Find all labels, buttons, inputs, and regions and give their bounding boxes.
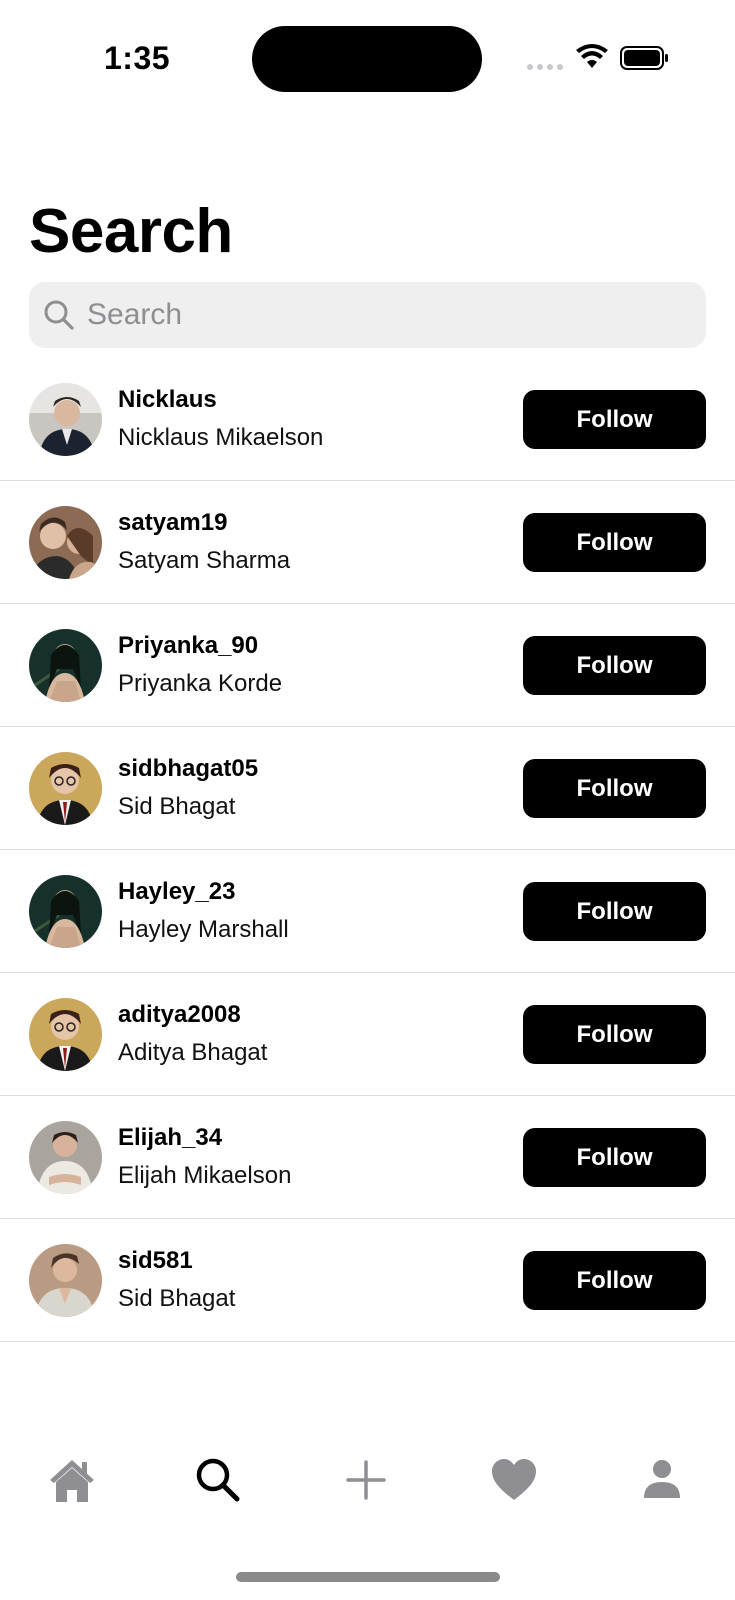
battery-icon (620, 46, 668, 70)
tab-create[interactable] (331, 1445, 401, 1515)
heart-icon (492, 1459, 536, 1500)
avatar[interactable] (29, 1121, 102, 1194)
user-row[interactable]: sid581 Sid Bhagat Follow (0, 1219, 735, 1342)
user-row[interactable]: sidbhagat05 Sid Bhagat Follow (0, 727, 735, 850)
full-name: Elijah Mikaelson (118, 1162, 292, 1189)
user-row[interactable]: Elijah_34 Elijah Mikaelson Follow (0, 1096, 735, 1219)
follow-button[interactable]: Follow (523, 1005, 706, 1064)
dynamic-island (252, 26, 482, 92)
full-name: Priyanka Korde (118, 670, 283, 697)
full-name: Aditya Bhagat (118, 1039, 268, 1066)
tab-bar (0, 1445, 735, 1525)
username: Hayley_23 (118, 878, 236, 905)
avatar[interactable] (29, 752, 102, 825)
cellular-signal-icon (527, 64, 563, 70)
search-bar[interactable] (29, 282, 706, 348)
tab-profile[interactable] (627, 1445, 697, 1515)
tab-search[interactable] (183, 1445, 253, 1515)
user-row[interactable]: aditya2008 Aditya Bhagat Follow (0, 973, 735, 1096)
full-name: Satyam Sharma (118, 547, 291, 574)
person-icon (644, 1460, 680, 1498)
tab-activity[interactable] (479, 1445, 549, 1515)
full-name: Nicklaus Mikaelson (118, 424, 324, 451)
home-indicator[interactable] (236, 1572, 500, 1582)
username: aditya2008 (118, 1001, 241, 1028)
avatar[interactable] (29, 506, 102, 579)
full-name: Sid Bhagat (118, 793, 236, 820)
follow-button[interactable]: Follow (523, 759, 706, 818)
home-icon (50, 1460, 94, 1502)
follow-button[interactable]: Follow (523, 513, 706, 572)
status-time: 1:35 (104, 40, 171, 76)
plus-icon (346, 1460, 386, 1500)
user-row[interactable]: Nicklaus Nicklaus Mikaelson Follow (0, 358, 735, 481)
follow-button[interactable]: Follow (523, 1251, 706, 1310)
avatar[interactable] (29, 629, 102, 702)
page-title: Search (29, 197, 233, 266)
follow-button[interactable]: Follow (523, 390, 706, 449)
avatar[interactable] (29, 1244, 102, 1317)
user-row[interactable]: Priyanka_90 Priyanka Korde Follow (0, 604, 735, 727)
wifi-icon (576, 44, 608, 68)
search-icon (44, 300, 74, 330)
avatar[interactable] (29, 383, 102, 456)
full-name: Sid Bhagat (118, 1285, 236, 1312)
avatar[interactable] (29, 998, 102, 1071)
username: Nicklaus (118, 386, 217, 413)
username: satyam19 (118, 509, 228, 536)
status-bar: 1:35 (0, 0, 735, 120)
user-row[interactable]: Hayley_23 Hayley Marshall Follow (0, 850, 735, 973)
full-name: Hayley Marshall (118, 916, 289, 943)
follow-button[interactable]: Follow (523, 636, 706, 695)
search-icon (196, 1458, 240, 1502)
tab-home[interactable] (37, 1445, 107, 1515)
username: Priyanka_90 (118, 632, 259, 659)
username: sidbhagat05 (118, 755, 259, 782)
avatar[interactable] (29, 875, 102, 948)
search-input[interactable] (85, 297, 689, 333)
follow-button[interactable]: Follow (523, 882, 706, 941)
username: Elijah_34 (118, 1124, 223, 1151)
user-row[interactable]: satyam19 Satyam Sharma Follow (0, 481, 735, 604)
username: sid581 (118, 1247, 193, 1274)
user-list: Nicklaus Nicklaus Mikaelson Follow satya… (0, 358, 735, 1342)
follow-button[interactable]: Follow (523, 1128, 706, 1187)
